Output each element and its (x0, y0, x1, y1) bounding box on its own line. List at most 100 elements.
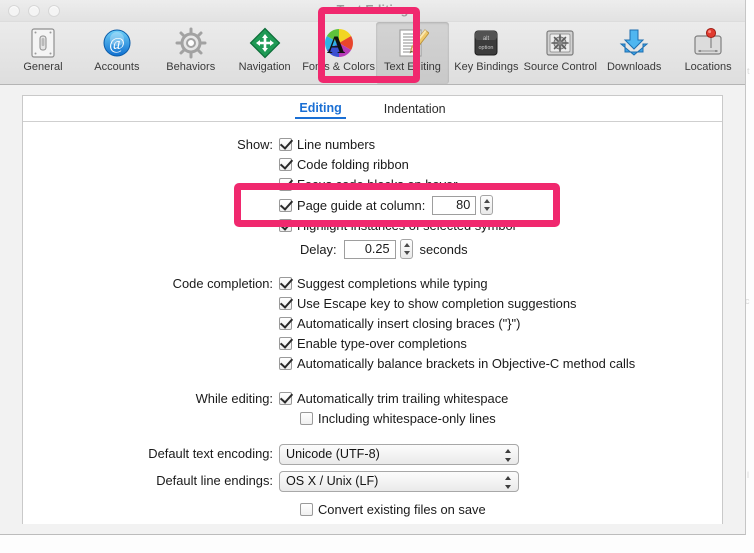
page-guide-column-stepper[interactable] (480, 195, 494, 215)
row-default-line-endings: Default line endings: OS X / Unix (LF) (23, 471, 722, 492)
checkbox-label: Including whitespace-only lines (318, 411, 496, 426)
checkbox-highlight-instances-of-selected-symbol[interactable]: Highlight instances of selected symbol (279, 216, 516, 235)
key-bindings-icon: alt option (469, 26, 503, 60)
show-label: Show: (237, 137, 273, 152)
toolbar-item-label: Locations (684, 61, 732, 73)
page-guide-column-input[interactable] (432, 195, 477, 215)
row-type-over: Enable type-over completions (23, 334, 722, 353)
toolbar-item-label: General (23, 61, 63, 73)
row-show: Show: Line numbers (23, 135, 722, 154)
svg-text:option: option (479, 45, 494, 51)
checkbox-balance-brackets[interactable]: Automatically balance brackets in Object… (279, 354, 635, 373)
row-focus-code-blocks: Focus code blocks on hover (23, 175, 722, 194)
chevron-updown-icon (504, 448, 512, 463)
toolbar-item-label: Navigation (238, 61, 291, 73)
toolbar-item-downloads[interactable]: Downloads (597, 22, 671, 84)
preferences-window: Text Editing General @ Accounts Behavior… (0, 0, 746, 535)
toolbar-item-label: Text Editing (384, 61, 441, 73)
editing-panel: Editing Indentation Show: Line numbers C… (22, 95, 723, 524)
default-text-encoding-popup[interactable]: Unicode (UTF-8) (279, 444, 519, 465)
checkbox-box[interactable] (279, 392, 292, 405)
toolbar-item-source-control[interactable]: Source Control (523, 22, 597, 84)
popup-value: OS X / Unix (LF) (286, 474, 379, 488)
preferences-content-area: Editing Indentation Show: Line numbers C… (0, 85, 745, 534)
panel-tabstrip: Editing Indentation (23, 96, 722, 122)
toolbar-item-fonts-colors[interactable]: A Fonts & Colors (302, 22, 376, 84)
row-balance-brackets: Automatically balance brackets in Object… (23, 354, 722, 373)
checkbox-suggest-completions-while-typing[interactable]: Suggest completions while typing (279, 274, 488, 293)
checkbox-box[interactable] (300, 503, 313, 516)
delay-label: Delay: (300, 241, 337, 257)
toolbar-item-key-bindings[interactable]: alt option Key Bindings (449, 22, 523, 84)
checkbox-code-folding-ribbon[interactable]: Code folding ribbon (279, 155, 409, 174)
default-line-endings-popup[interactable]: OS X / Unix (LF) (279, 471, 519, 492)
row-delay: Delay: seconds (23, 239, 722, 259)
preferences-toolbar: General @ Accounts Behaviors Navigation … (0, 22, 745, 85)
fonts-colors-icon: A (322, 26, 356, 60)
behaviors-icon (174, 26, 208, 60)
checkbox-page-guide-at-column[interactable]: Page guide at column: (279, 196, 425, 215)
svg-text:@: @ (109, 34, 125, 53)
toolbar-item-navigation[interactable]: Navigation (228, 22, 302, 84)
svg-text:alt: alt (483, 36, 490, 42)
delay-units-label: seconds (419, 241, 468, 257)
window-titlebar: Text Editing (0, 0, 745, 22)
checkbox-label: Suggest completions while typing (297, 276, 488, 291)
tab-indentation[interactable]: Indentation (380, 100, 450, 118)
chevron-updown-icon (504, 475, 512, 490)
checkbox-label: Highlight instances of selected symbol (297, 218, 516, 233)
checkbox-label: Convert existing files on save (318, 502, 486, 517)
checkbox-use-escape-key[interactable]: Use Escape key to show completion sugges… (279, 294, 576, 313)
general-icon (26, 26, 60, 60)
svg-text:A: A (327, 32, 345, 59)
code-completion-label: Code completion: (172, 276, 273, 291)
checkbox-box[interactable] (279, 277, 292, 290)
toolbar-item-label: Key Bindings (454, 61, 519, 73)
checkbox-label: Focus code blocks on hover (297, 177, 458, 192)
delay-stepper[interactable] (399, 239, 413, 259)
checkbox-box[interactable] (279, 138, 292, 151)
checkbox-box[interactable] (279, 337, 292, 350)
row-code-completion: Code completion: Suggest completions whi… (23, 274, 722, 293)
checkbox-label: Automatically insert closing braces ("}"… (297, 316, 521, 331)
checkbox-label: Automatically trim trailing whitespace (297, 391, 509, 406)
toolbar-item-text-editing[interactable]: Text Editing (375, 22, 450, 84)
checkbox-label: Automatically balance brackets in Object… (297, 356, 636, 371)
toolbar-item-accounts[interactable]: @ Accounts (80, 22, 154, 84)
checkbox-box[interactable] (279, 178, 292, 191)
toolbar-item-behaviors[interactable]: Behaviors (154, 22, 228, 84)
checkbox-enable-type-over-completions[interactable]: Enable type-over completions (279, 334, 467, 353)
checkbox-including-whitespace-only-lines[interactable]: Including whitespace-only lines (300, 409, 496, 428)
checkbox-line-numbers[interactable]: Line numbers (279, 135, 375, 154)
toolbar-item-locations[interactable]: Locations (671, 22, 745, 84)
checkbox-trim-trailing-whitespace[interactable]: Automatically trim trailing whitespace (279, 389, 508, 408)
stepper-down-icon[interactable] (481, 205, 492, 214)
checkbox-box[interactable] (300, 412, 313, 425)
stepper-up-icon[interactable] (401, 240, 412, 249)
checkbox-convert-existing-files-on-save[interactable]: Convert existing files on save (300, 500, 486, 519)
row-page-guide: Page guide at column: (23, 195, 722, 215)
checkbox-box[interactable] (279, 198, 292, 212)
checkbox-focus-code-blocks-on-hover[interactable]: Focus code blocks on hover (279, 175, 458, 194)
accounts-icon: @ (100, 26, 134, 60)
stepper-down-icon[interactable] (401, 249, 412, 258)
row-while-editing: While editing: Automatically trim traili… (23, 389, 722, 408)
toolbar-item-label: Source Control (523, 61, 597, 73)
checkbox-box[interactable] (279, 219, 292, 232)
checkbox-box[interactable] (279, 317, 292, 330)
row-closing-braces: Automatically insert closing braces ("}"… (23, 314, 722, 333)
checkbox-box[interactable] (279, 357, 292, 370)
navigation-icon (248, 26, 282, 60)
toolbar-item-general[interactable]: General (6, 22, 80, 84)
checkbox-label: Line numbers (297, 137, 376, 152)
row-default-text-encoding: Default text encoding: Unicode (UTF-8) (23, 444, 722, 465)
text-editing-icon (395, 26, 430, 60)
delay-input[interactable] (343, 239, 396, 259)
toolbar-item-label: Accounts (94, 61, 140, 73)
source-control-icon (543, 26, 577, 60)
tab-editing[interactable]: Editing (295, 99, 346, 119)
checkbox-box[interactable] (279, 297, 292, 310)
checkbox-insert-closing-braces[interactable]: Automatically insert closing braces ("}"… (279, 314, 520, 333)
stepper-up-icon[interactable] (481, 196, 492, 205)
checkbox-box[interactable] (279, 158, 292, 171)
